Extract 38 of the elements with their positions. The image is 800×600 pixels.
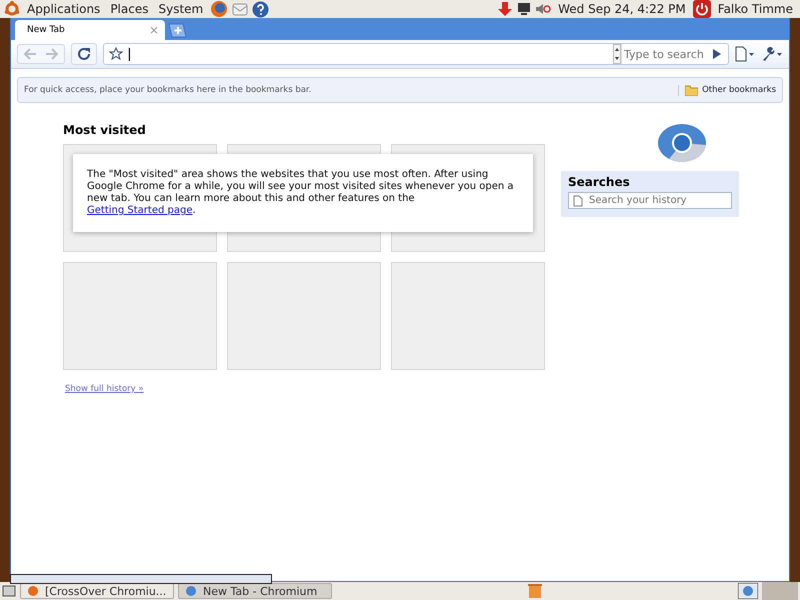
spinner-arrows-icon[interactable] [613, 44, 621, 64]
help-icon[interactable] [252, 0, 270, 18]
power-icon[interactable] [692, 0, 711, 18]
trash-icon[interactable] [528, 583, 542, 599]
chrome-logo-icon [657, 123, 707, 163]
workspace-switcher[interactable] [762, 582, 798, 600]
clock[interactable]: Wed Sep 24, 4:22 PM [555, 2, 689, 16]
new-tab-button[interactable] [167, 23, 187, 38]
searches-title: Searches [568, 175, 631, 189]
speaker-icon[interactable] [535, 2, 552, 16]
app-icon [185, 585, 197, 597]
show-desktop-icon[interactable] [2, 584, 16, 598]
page-menu-icon[interactable] [735, 46, 755, 62]
folder-icon [685, 84, 698, 96]
ubuntu-logo-icon[interactable] [4, 1, 20, 17]
panel-menu[interactable]: Applications [24, 2, 104, 16]
down-arrow-icon[interactable] [497, 1, 514, 17]
page-icon [573, 194, 583, 206]
section-title: Most visited [63, 123, 147, 137]
search-field[interactable]: Type to search [621, 44, 706, 64]
workspace-icon[interactable] [738, 583, 758, 599]
history-search-field[interactable]: Search your history [568, 192, 732, 209]
panel-menu[interactable]: Places [107, 2, 152, 16]
monitor-icon[interactable] [517, 2, 532, 16]
wrench-icon[interactable] [761, 46, 783, 62]
app-icon [27, 585, 39, 597]
browser-tab[interactable]: New Tab × [15, 20, 165, 40]
taskbar-button[interactable]: New Tab - Chromium [178, 583, 332, 599]
notice-text: The "Most visited" area shows the websites that you use most often. After using Google Chrome for a while, you will see your most visited sites whenever you open a new tab. You can learn more about this and other features on the Getting Started page. [87, 169, 515, 217]
bookmarks-hint: For quick access, place your bookmarks here in the bookmarks bar. [24, 85, 312, 95]
taskbar-button[interactable]: [CrossOver Chromiu... [20, 583, 174, 599]
show-history-link[interactable]: Show full history » [65, 384, 144, 394]
user-name[interactable]: Falko Timme [714, 2, 796, 16]
panel-menu[interactable]: System [155, 2, 206, 16]
browser-globe-icon[interactable] [210, 0, 228, 18]
getting-started-link[interactable]: Getting Started page [87, 205, 192, 216]
other-bookmarks-button[interactable]: Other bookmarks [678, 84, 776, 96]
reload-icon[interactable] [77, 47, 91, 61]
